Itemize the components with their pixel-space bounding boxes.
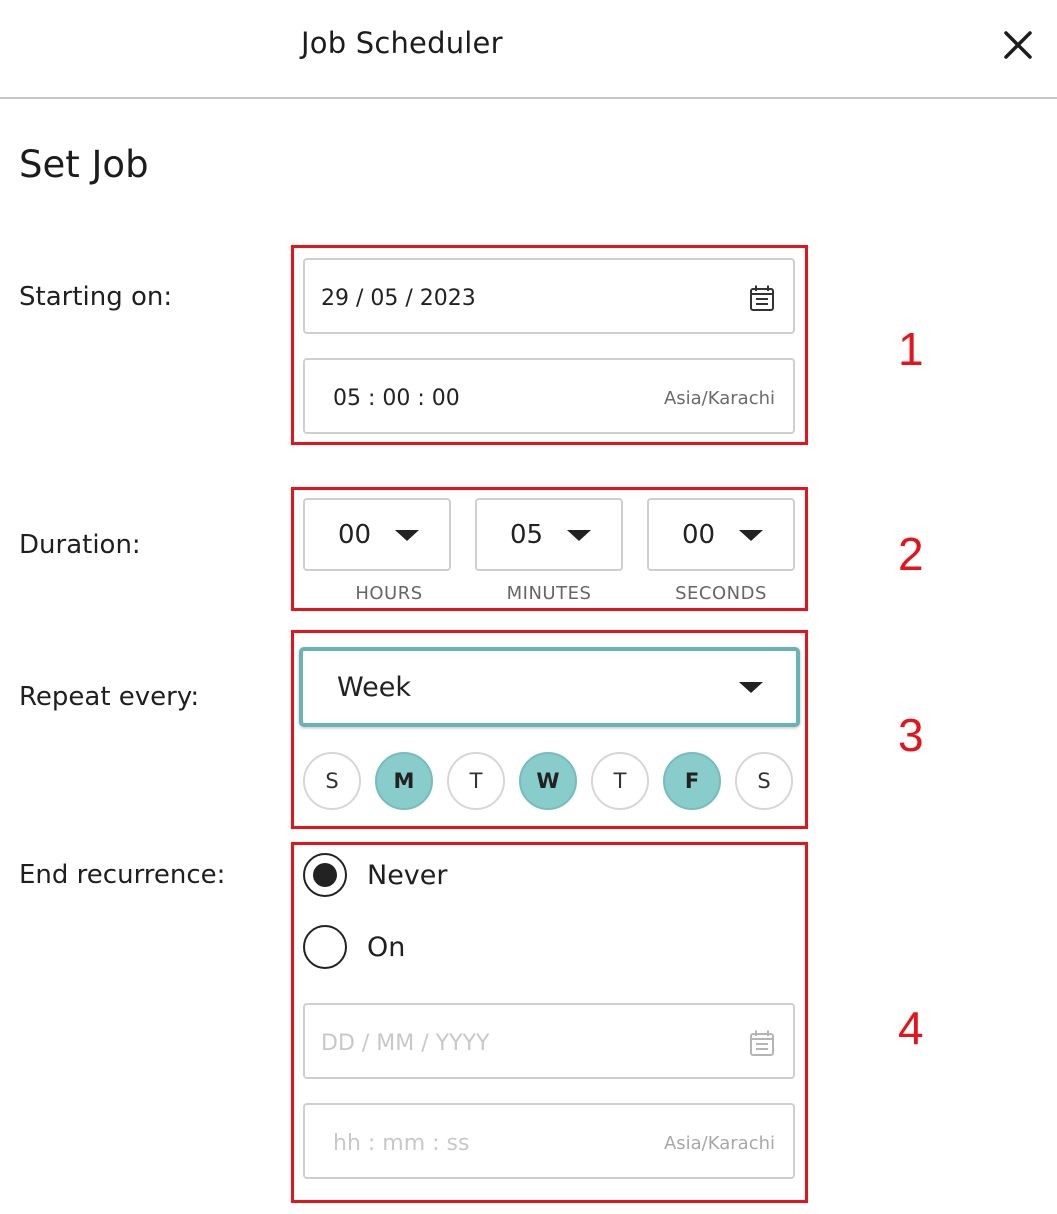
close-icon[interactable]: [996, 24, 1040, 68]
end-time-field[interactable]: hh : mm : ss Asia/Karachi: [303, 1103, 795, 1179]
radio-never[interactable]: [303, 853, 347, 897]
annotation-number-2: 2: [898, 528, 924, 580]
start-date-value: 29 / 05 / 2023: [321, 286, 476, 311]
starting-on-label: Starting on:: [19, 282, 173, 312]
day-toggle-thursday[interactable]: T: [591, 752, 649, 810]
chevron-down-icon: [567, 530, 591, 541]
day-toggle-friday[interactable]: F: [663, 752, 721, 810]
start-time-value: 05 : 00 : 00: [333, 386, 460, 411]
hours-caption: HOURS: [355, 583, 423, 604]
seconds-select[interactable]: 00: [647, 498, 795, 571]
day-toggle-sunday[interactable]: S: [303, 752, 361, 810]
section-title: Set Job: [19, 143, 149, 186]
end-recurrence-label: End recurrence:: [19, 860, 226, 890]
close-button[interactable]: [996, 24, 1040, 68]
minutes-select[interactable]: 05: [475, 498, 623, 571]
seconds-value: 00: [682, 520, 716, 550]
radio-on-label[interactable]: On: [367, 932, 405, 963]
annotation-number-3: 3: [898, 709, 924, 761]
start-time-field[interactable]: 05 : 00 : 00 Asia/Karachi: [303, 358, 795, 434]
chevron-down-icon: [395, 530, 419, 541]
radio-on[interactable]: [303, 925, 347, 969]
chevron-down-icon: [739, 530, 763, 541]
repeat-every-label: Repeat every:: [19, 682, 200, 712]
day-toggle-monday[interactable]: M: [375, 752, 433, 810]
end-date-placeholder: DD / MM / YYYY: [321, 1031, 490, 1056]
annotation-number-4: 4: [898, 1002, 924, 1054]
calendar-icon[interactable]: [749, 1029, 775, 1057]
hours-select[interactable]: 00: [303, 498, 451, 571]
minutes-caption: MINUTES: [506, 583, 592, 604]
hours-value: 00: [338, 520, 372, 550]
duration-label: Duration:: [19, 530, 141, 560]
annotation-number-1: 1: [898, 323, 924, 375]
radio-never-label[interactable]: Never: [367, 860, 448, 891]
day-toggle-saturday[interactable]: S: [735, 752, 793, 810]
chevron-down-icon: [739, 682, 763, 693]
start-timezone: Asia/Karachi: [663, 388, 775, 409]
end-date-field[interactable]: DD / MM / YYYY: [303, 1003, 795, 1079]
repeat-select[interactable]: Week: [299, 647, 800, 727]
seconds-caption: SECONDS: [675, 583, 767, 604]
day-toggle-tuesday[interactable]: T: [447, 752, 505, 810]
repeat-value: Week: [337, 672, 411, 703]
minutes-value: 05: [510, 520, 544, 550]
day-toggle-wednesday[interactable]: W: [519, 752, 577, 810]
calendar-icon[interactable]: [749, 284, 775, 312]
radio-selected-dot: [313, 863, 337, 887]
end-timezone: Asia/Karachi: [663, 1133, 775, 1154]
dialog-title: Job Scheduler: [301, 26, 503, 60]
header-divider: [0, 97, 1057, 99]
end-time-placeholder: hh : mm : ss: [333, 1131, 470, 1156]
start-date-field[interactable]: 29 / 05 / 2023: [303, 258, 795, 334]
